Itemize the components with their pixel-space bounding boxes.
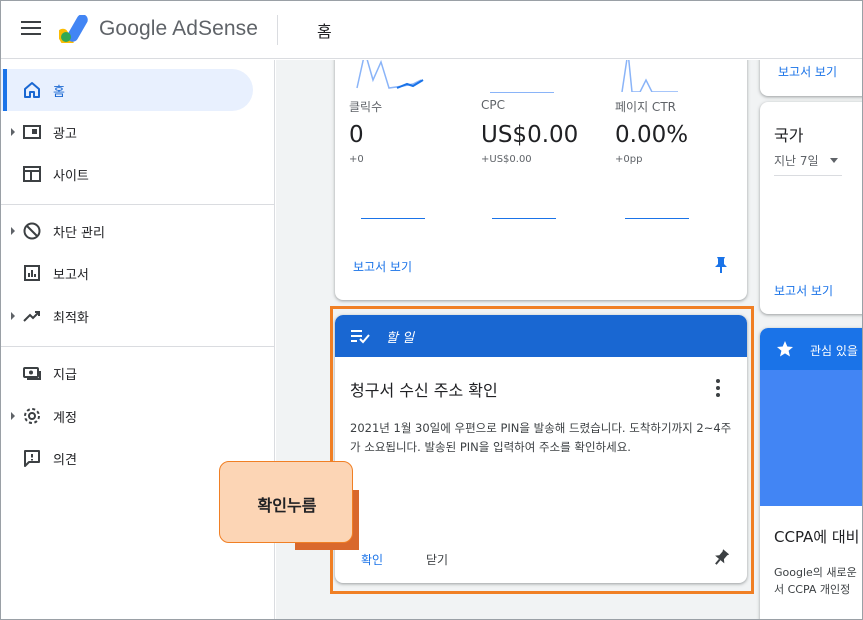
metric-value: 0: [349, 122, 364, 148]
interest-card: 관심 있을 CCPA에 대비 Google의 새로운 서 CCPA 개인정: [760, 328, 862, 619]
sidebar-item-label: 차단 관리: [53, 226, 105, 241]
ads-icon: [23, 125, 41, 139]
sidebar-item-account[interactable]: 계정: [1, 395, 253, 437]
star-icon: [777, 341, 793, 357]
sidebar-item-ads[interactable]: 광고: [1, 111, 253, 153]
sparkline-chart: [490, 92, 554, 93]
metric-delta: +0pp: [615, 154, 643, 165]
annotation-callout: 확인누름: [219, 461, 353, 543]
sidebar-item-label: 지급: [53, 368, 77, 383]
dismiss-button[interactable]: 닫기: [426, 551, 448, 568]
todo-card: 할 일 청구서 수신 주소 확인 2021년 1월 30일에 우편으로 PIN을…: [335, 315, 747, 583]
chevron-down-icon: [830, 158, 838, 163]
sparkline-chart: [356, 60, 424, 89]
sidebar-item-label: 의견: [53, 453, 77, 468]
sidebar-divider: [1, 204, 274, 205]
sidebar-item-label: 최적화: [53, 311, 89, 326]
sidebar-item-label: 광고: [53, 127, 77, 142]
pin-icon[interactable]: [713, 549, 729, 567]
view-report-link[interactable]: 보고서 보기: [778, 63, 837, 80]
view-report-link[interactable]: 보고서 보기: [353, 258, 412, 275]
todo-card-header: 할 일: [335, 315, 747, 357]
more-vert-icon[interactable]: [715, 379, 721, 397]
sparkline-chart: [492, 218, 556, 219]
metric-delta: +US$0.00: [481, 154, 532, 165]
select-underline: [774, 175, 842, 176]
sidebar-item-label: 보고서: [53, 268, 89, 283]
sites-icon: [23, 166, 41, 182]
sidebar-item-block-controls[interactable]: 차단 관리: [1, 210, 253, 252]
report-card-top: 보고서 보기: [760, 60, 862, 96]
expand-caret-icon: [11, 227, 15, 235]
country-card: 국가 지난 7일 보고서 보기: [760, 102, 862, 314]
metric-value: US$0.00: [481, 122, 579, 148]
expand-caret-icon: [11, 312, 15, 320]
sidebar-item-optimization[interactable]: 최적화: [1, 295, 253, 337]
main-content: 클릭수 0 +0 CPC US$0.00 +US$0.00 페이지 CTR 0.…: [276, 60, 862, 619]
menu-icon[interactable]: [21, 21, 41, 37]
sidebar-item-label: 홈: [53, 85, 65, 100]
brand-name: Google AdSense: [99, 17, 259, 40]
top-app-bar: Google AdSense 홈: [1, 1, 862, 59]
sidebar-item-payments[interactable]: 지급: [1, 352, 253, 394]
metric-label: CPC: [481, 98, 505, 112]
annotation-callout-text: 확인누름: [257, 496, 317, 515]
confirm-button[interactable]: 확인: [361, 551, 383, 568]
payments-icon: [23, 367, 41, 380]
sidebar-item-home[interactable]: 홈: [1, 69, 253, 111]
interest-banner-image: [760, 370, 862, 506]
interest-card-header: 관심 있을: [760, 328, 862, 370]
ccpa-body: Google의 새로운 서 CCPA 개인정: [774, 564, 862, 598]
home-icon: [24, 82, 40, 98]
performance-card: 클릭수 0 +0 CPC US$0.00 +US$0.00 페이지 CTR 0.…: [335, 60, 747, 300]
checklist-icon: [351, 330, 370, 344]
sidebar-item-label: 계정: [53, 411, 77, 426]
block-icon: [23, 222, 41, 240]
metric-value: 0.00%: [615, 122, 689, 148]
ccpa-body-line: 서 CCPA 개인정: [774, 583, 851, 596]
sidebar-divider: [1, 346, 274, 347]
page-title: 홈: [317, 22, 332, 41]
sidebar-item-reports[interactable]: 보고서: [1, 252, 253, 294]
date-range-select[interactable]: 지난 7일: [774, 152, 819, 169]
todo-card-label: 할 일: [386, 331, 415, 346]
ccpa-title: CCPA에 대비: [774, 528, 860, 546]
card-title: 국가: [774, 126, 804, 145]
adsense-logo-icon: [59, 15, 88, 43]
gear-icon: [24, 408, 40, 424]
sparkline-chart: [621, 60, 678, 92]
ccpa-body-line: Google의 새로운: [774, 566, 857, 579]
pin-icon[interactable]: [713, 256, 729, 274]
sparkline-chart: [361, 218, 425, 219]
interest-card-label: 관심 있을: [810, 344, 858, 358]
sidebar-item-sites[interactable]: 사이트: [1, 153, 253, 195]
trending-icon: [23, 311, 40, 322]
sidebar-item-label: 사이트: [53, 169, 89, 184]
app-window: Google AdSense 홈 홈 광고 사이트 차단 관리 보고서 최적화 …: [0, 0, 863, 620]
todo-title: 청구서 수신 주소 확인: [350, 381, 498, 400]
expand-caret-icon: [11, 412, 15, 420]
metric-label: 페이지 CTR: [615, 100, 676, 114]
view-report-link[interactable]: 보고서 보기: [774, 282, 833, 299]
metric-label: 클릭수: [349, 100, 383, 114]
feedback-icon: [24, 450, 40, 467]
sparkline-chart: [625, 218, 689, 219]
header-divider: [277, 15, 278, 45]
todo-body: 2021년 1월 30일에 우편으로 PIN을 발송해 드렸습니다. 도착하기까…: [350, 421, 732, 454]
metric-delta: +0: [349, 154, 364, 165]
expand-caret-icon: [11, 128, 15, 136]
reports-icon: [24, 265, 40, 281]
sidebar-item-feedback[interactable]: 의견: [1, 437, 253, 479]
